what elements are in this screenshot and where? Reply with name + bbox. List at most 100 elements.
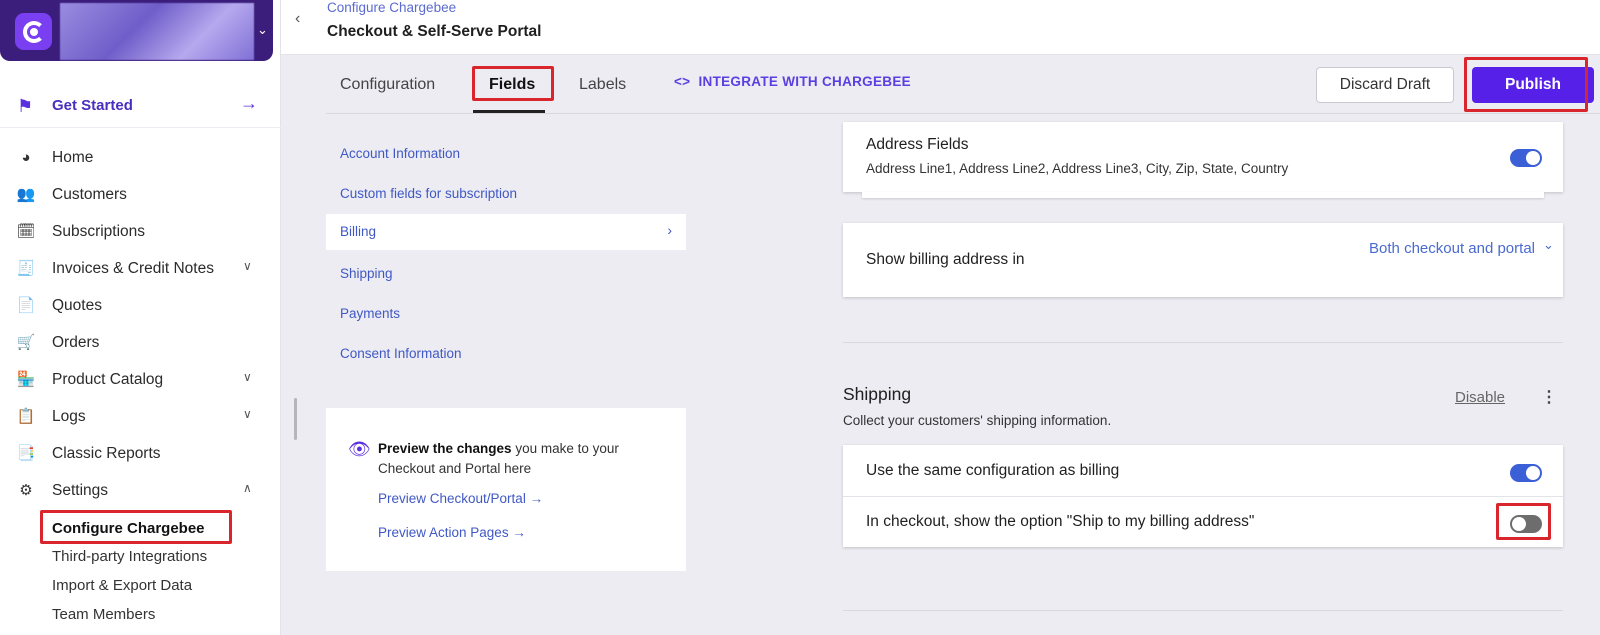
sidebar-item-settings[interactable]: ⚙ Settings ∧	[0, 473, 281, 509]
fields-nav-shipping[interactable]: Shipping	[326, 256, 686, 292]
row-divider	[843, 496, 1563, 497]
fields-nav-custom-fields[interactable]: Custom fields for subscription	[326, 176, 686, 212]
shipping-section-title: Shipping	[843, 384, 912, 404]
chevron-down-icon: ∨	[243, 370, 252, 384]
show-billing-address-card: Show billing address in Both checkout an…	[843, 223, 1563, 297]
chevron-down-icon[interactable]: ⌄	[257, 22, 268, 38]
shipping-options-card: Use the same configuration as billing In…	[843, 445, 1563, 547]
chevron-down-icon: ∨	[243, 259, 252, 273]
sidebar-item-classic-reports[interactable]: 📑 Classic Reports	[0, 436, 281, 472]
sidebar-subitem-third-party[interactable]: Third-party Integrations	[52, 548, 207, 565]
sidebar-item-invoices[interactable]: 🧾 Invoices & Credit Notes ∨	[0, 251, 281, 287]
tab-labels[interactable]: Labels	[579, 76, 626, 94]
sidebar-subitem-team-members[interactable]: Team Members	[52, 606, 155, 623]
account-name-redacted	[60, 3, 254, 60]
fields-nav-label: Payments	[340, 306, 401, 321]
show-billing-address-select[interactable]: Both checkout and portal	[1343, 237, 1535, 260]
resize-handle[interactable]	[294, 398, 297, 440]
section-divider	[843, 610, 1563, 611]
sidebar-item-label: Invoices & Credit Notes	[52, 260, 214, 277]
get-started-link[interactable]: ⚑ Get Started →	[0, 84, 281, 128]
sidebar-item-label: Product Catalog	[52, 371, 164, 388]
integrate-link[interactable]: <> INTEGRATE WITH CHARGEBEE	[674, 74, 911, 89]
ship-to-billing-label: In checkout, show the option "Ship to my…	[866, 513, 1255, 530]
discard-draft-button[interactable]: Discard Draft	[1316, 67, 1454, 103]
same-config-label: Use the same configuration as billing	[866, 462, 1120, 479]
fields-nav-label: Account Information	[340, 146, 461, 161]
sidebar-item-label: Quotes	[52, 297, 102, 314]
chevron-right-icon: ›	[667, 222, 672, 238]
gear-icon: ⚙	[19, 482, 33, 499]
fields-nav-label: Consent Information	[340, 346, 462, 361]
sidebar-item-orders[interactable]: 🛒 Orders	[0, 325, 281, 361]
active-tab-indicator	[473, 110, 545, 113]
chevron-down-icon: ∨	[243, 407, 252, 421]
fields-nav-label: Custom fields for subscription	[340, 186, 518, 201]
sidebar-item-label: Settings	[52, 482, 109, 499]
preview-checkout-portal-link[interactable]: Preview Checkout/Portal →	[378, 491, 543, 506]
back-chevron-icon[interactable]: ‹	[295, 10, 300, 28]
code-icon: <>	[674, 74, 691, 89]
arrow-right-icon: →	[240, 93, 258, 113]
sidebar-item-customers[interactable]: 👥 Customers	[0, 177, 281, 213]
quotes-icon: 📄	[16, 297, 36, 314]
address-fields-list: Address Line1, Address Line2, Address Li…	[866, 161, 1289, 176]
fields-nav-label: Billing	[340, 224, 377, 239]
dashboard-icon: ◕	[21, 149, 31, 166]
page-title: Checkout & Self-Serve Portal	[327, 23, 542, 40]
address-fields-title: Address Fields	[866, 136, 969, 153]
reports-icon: 📑	[16, 445, 36, 462]
sidebar-item-label: Classic Reports	[52, 445, 161, 462]
sidebar-item-product-catalog[interactable]: 🏪 Product Catalog ∨	[0, 362, 281, 398]
sidebar-item-label: Logs	[52, 408, 86, 425]
fields-nav-consent-information[interactable]: Consent Information	[326, 336, 686, 372]
shipping-disable-link[interactable]: Disable	[1455, 389, 1505, 406]
sidebar-item-label: Subscriptions	[52, 223, 146, 240]
sidebar-item-home[interactable]: ◕ Home	[0, 140, 281, 176]
sidebar: ⌄ ⚑ Get Started → ◕ Home 👥 Customers 🗓 S…	[0, 0, 281, 635]
sidebar-item-label: Orders	[52, 334, 100, 351]
card-stack-edge	[862, 192, 1544, 198]
sidebar-subitem-import-export[interactable]: Import & Export Data	[52, 577, 192, 594]
subscriptions-icon: 🗓	[16, 223, 36, 240]
preview-action-pages-link[interactable]: Preview Action Pages →	[378, 525, 526, 540]
chevron-down-icon[interactable]: ⌄	[1543, 237, 1554, 253]
address-fields-toggle[interactable]	[1510, 149, 1542, 167]
show-billing-address-value: Both checkout and portal	[1369, 240, 1535, 257]
integrate-label: INTEGRATE WITH CHARGEBEE	[698, 74, 911, 89]
highlight-box	[40, 510, 232, 544]
chargebee-logo-icon	[15, 13, 52, 50]
same-config-toggle[interactable]	[1510, 464, 1542, 482]
cart-icon: 🛒	[16, 334, 36, 351]
account-switcher[interactable]: ⌄	[0, 0, 273, 61]
fields-nav-billing[interactable]: Billing ›	[326, 214, 686, 250]
chevron-up-icon: ∧	[243, 481, 252, 495]
highlight-box	[472, 66, 554, 101]
preview-text-bold: Preview the changes	[378, 441, 512, 456]
more-options-icon[interactable]: ⋮	[1541, 387, 1557, 407]
highlight-box	[1464, 57, 1588, 112]
tab-configuration[interactable]: Configuration	[340, 76, 435, 94]
sidebar-item-logs[interactable]: 📋 Logs ∨	[0, 399, 281, 435]
highlight-box	[1496, 503, 1551, 540]
eye-icon: 👁	[348, 439, 371, 459]
fields-nav-payments[interactable]: Payments	[326, 296, 686, 332]
sidebar-item-subscriptions[interactable]: 🗓 Subscriptions	[0, 214, 281, 250]
show-billing-address-label: Show billing address in	[866, 251, 1025, 268]
tab-bar: Configuration Fields Labels <> INTEGRATE…	[326, 56, 1600, 114]
section-divider	[843, 342, 1563, 343]
flag-icon: ⚑	[17, 96, 34, 116]
page-header: ‹ Configure Chargebee Checkout & Self-Se…	[281, 0, 1600, 55]
fields-nav-account-information[interactable]: Account Information	[326, 136, 686, 172]
sidebar-item-label: Home	[52, 149, 94, 166]
preview-card: 👁 Preview the changes you make to your C…	[326, 408, 686, 571]
invoice-icon: 🧾	[16, 260, 36, 277]
sidebar-item-quotes[interactable]: 📄 Quotes	[0, 288, 281, 324]
breadcrumb[interactable]: Configure Chargebee	[327, 0, 456, 15]
sidebar-item-label: Customers	[52, 186, 127, 203]
fields-nav-label: Shipping	[340, 266, 393, 281]
get-started-label: Get Started	[52, 97, 133, 114]
address-fields-card: Address Fields Address Line1, Address Li…	[843, 122, 1563, 192]
catalog-icon: 🏪	[16, 371, 36, 388]
preview-text: Preview the changes you make to your Che…	[378, 439, 668, 479]
